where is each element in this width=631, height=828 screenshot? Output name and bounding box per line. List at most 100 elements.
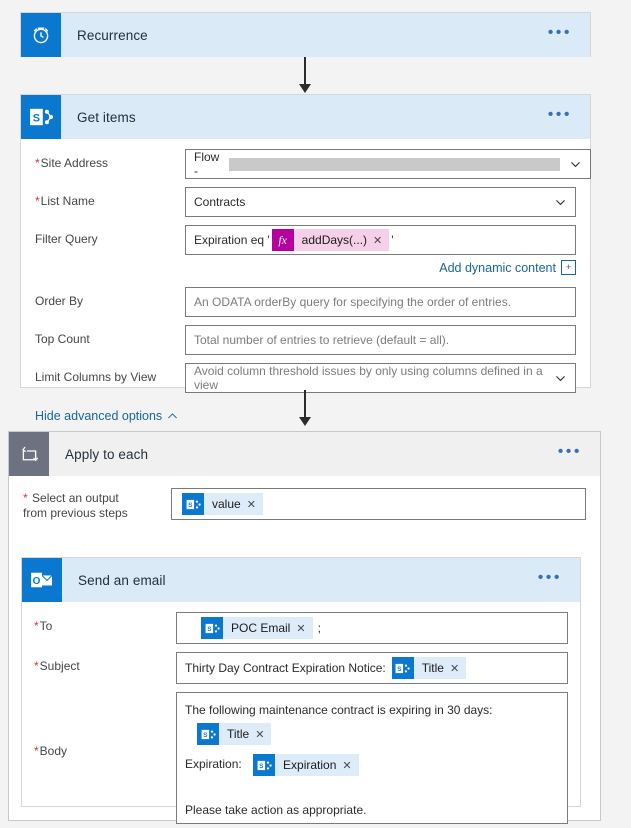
select-output-label-line2: from previous steps [23,506,128,520]
flow-step-get-items[interactable]: S Get items ••• Site Address Flow - [20,94,592,423]
body-input[interactable]: The following maintenance contract is ex… [176,692,568,824]
apply-to-each-menu-button[interactable]: ••• [558,444,600,461]
subject-label: Subject [34,652,176,674]
limit-columns-label: Limit Columns by View [35,370,157,384]
send-an-email-title: Send an email [78,572,166,588]
sharepoint-icon: S [182,493,204,515]
recurrence-header[interactable]: Recurrence ••• [21,13,590,57]
token-remove-icon[interactable]: ✕ [342,759,358,772]
flow-step-apply-to-each[interactable]: Apply to each ••• Select an output from … [8,431,601,824]
svg-text:S: S [188,502,192,509]
field-row-top-count: Top Count Total number of entries to ret… [35,325,576,355]
flow-step-recurrence[interactable]: Recurrence ••• [20,12,591,57]
token-title[interactable]: S Title ✕ [391,657,467,679]
hide-advanced-options-label: Hide advanced options [35,409,163,423]
subject-text-before: Thirty Day Contract Expiration Notice: [185,661,386,675]
flow-designer-canvas: Recurrence ••• S Get items ••• * Site Ad… [0,0,631,828]
svg-text:O: O [33,576,41,587]
filter-query-label: Filter Query [35,232,98,246]
token-adddays[interactable]: fx addDays(...) ✕ [271,229,390,251]
token-remove-icon[interactable]: ✕ [247,498,263,511]
body-line-1: The following maintenance contract is ex… [185,703,493,717]
apply-to-each-title: Apply to each [65,446,149,462]
site-address-input[interactable]: Flow - [185,149,592,179]
get-items-title: Get items [77,109,136,125]
connector-getitems-to-applytoeach [304,390,306,420]
list-name-label: List Name [35,187,185,209]
field-row-site-address: Site Address Flow - [35,149,592,179]
filter-query-text-after: ' [391,233,394,247]
token-poc-email[interactable]: S POC Email ✕ [201,617,313,639]
body-token-row-2: Expiration: S Expiration ✕ [185,754,361,776]
select-output-label: Select an output from previous steps [23,488,171,521]
field-row-limit-columns: Limit Columns by View Avoid column thres… [35,363,576,393]
sharepoint-icon: S [253,754,276,776]
loop-icon [9,432,49,476]
token-remove-icon[interactable]: ✕ [450,662,466,675]
hide-advanced-options-button[interactable]: Hide advanced options [35,409,178,423]
sharepoint-icon: S [391,657,414,679]
list-name-value: Contracts [194,195,246,209]
send-an-email-header[interactable]: O Send an email ••• [22,558,580,602]
select-output-input[interactable]: S value ✕ [171,488,586,520]
select-output-label-line1: Select an output [32,491,119,505]
top-count-label: Top Count [35,332,90,346]
to-input[interactable]: S POC Email ✕ ; [176,612,568,644]
recurrence-title: Recurrence [77,27,148,43]
svg-text:S: S [397,666,401,673]
connector-recurrence-to-getitems [304,57,306,87]
svg-text:S: S [33,113,40,125]
list-name-input[interactable]: Contracts [185,187,576,217]
token-remove-icon[interactable]: ✕ [255,728,271,741]
sharepoint-icon: S [197,723,219,745]
token-remove-icon[interactable]: ✕ [373,234,389,247]
chevron-down-icon[interactable] [554,196,567,209]
field-row-order-by: Order By An ODATA orderBy query for spec… [35,287,576,317]
get-items-menu-button[interactable]: ••• [548,107,590,124]
svg-text:S: S [203,732,207,739]
sharepoint-icon: S [21,95,61,139]
filter-query-text-before: Expiration eq ' [194,233,270,247]
token-title[interactable]: S Title ✕ [197,723,272,745]
body-token-row-1: S Title ✕ [185,723,273,745]
chevron-up-icon[interactable] [167,412,178,420]
connector-arrow-1 [299,84,311,93]
apply-to-each-form: Select an output from previous steps S [9,476,600,521]
limit-columns-select[interactable]: Avoid column threshold issues by only us… [185,363,576,393]
top-count-placeholder: Total number of entries to retrieve (def… [194,333,450,347]
flow-step-send-an-email[interactable]: O Send an email ••• To [21,557,581,824]
outlook-icon: O [22,558,62,602]
add-dynamic-content-icon[interactable]: + [561,260,576,275]
token-expiration[interactable]: S Expiration ✕ [253,754,359,776]
order-by-placeholder: An ODATA orderBy query for specifying th… [194,295,512,309]
add-dynamic-content-button[interactable]: Add dynamic content + [439,260,576,275]
add-dynamic-content-label: Add dynamic content [439,260,556,275]
token-label: Title [227,727,250,741]
token-label: value [212,497,241,511]
get-items-header[interactable]: S Get items ••• [21,95,590,139]
filter-query-input[interactable]: Expiration eq ' fx addDays(...) ✕ ' [185,225,576,255]
body-expiration-prefix: Expiration: [185,757,242,772]
send-an-email-form: To S [22,602,580,824]
send-an-email-menu-button[interactable]: ••• [538,570,580,587]
subject-input[interactable]: Thirty Day Contract Expiration Notice: S [176,652,568,684]
site-address-label: Site Address [35,149,185,171]
chevron-down-icon[interactable] [569,158,582,171]
svg-text:S: S [259,763,263,770]
token-value[interactable]: S value ✕ [182,493,263,515]
body-line-3: Please take action as appropriate. [185,803,367,817]
token-remove-icon[interactable]: ✕ [296,622,312,635]
apply-to-each-header[interactable]: Apply to each ••• [9,432,600,476]
recurrence-menu-button[interactable]: ••• [548,25,590,42]
order-by-input[interactable]: An ODATA orderBy query for specifying th… [185,287,576,317]
top-count-input[interactable]: Total number of entries to retrieve (def… [185,325,576,355]
limit-columns-placeholder: Avoid column threshold issues by only us… [194,364,543,392]
chevron-down-icon[interactable] [554,372,567,385]
to-label: To [34,612,176,634]
token-label: Title [421,661,444,675]
field-row-to: To S [34,612,568,644]
body-label: Body [34,692,176,759]
field-row-filter-query: Filter Query Expiration eq ' fx addDays(… [35,225,576,255]
field-row-subject: Subject Thirty Day Contract Expiration N… [34,652,568,684]
svg-text:S: S [207,626,211,633]
